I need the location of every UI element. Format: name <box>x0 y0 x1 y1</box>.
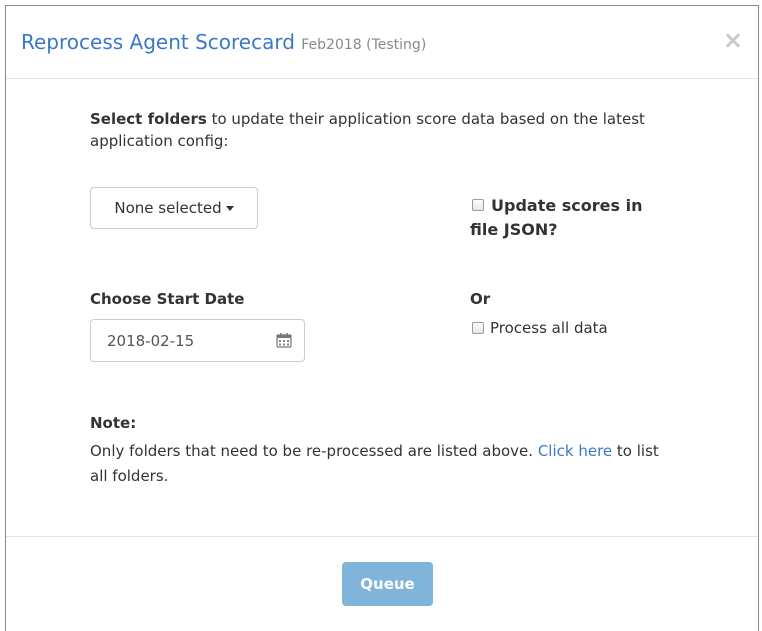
folder-select-dropdown[interactable]: None selected <box>90 187 258 229</box>
process-all-label[interactable]: Process all data <box>490 319 608 337</box>
note-text-before: Only folders that need to be re-processe… <box>90 442 538 460</box>
process-all-checkbox[interactable] <box>472 322 484 334</box>
modal-header: Reprocess Agent Scorecard Feb2018 (Testi… <box>6 6 758 79</box>
intro-text: Select folders to update their applicati… <box>90 108 690 152</box>
footer-divider <box>6 536 758 537</box>
note-heading: Note: <box>90 414 137 432</box>
modal-title: Reprocess Agent Scorecard Feb2018 (Testi… <box>21 30 426 54</box>
queue-button[interactable]: Queue <box>342 562 433 606</box>
update-json-label[interactable]: Update scores in file JSON? <box>470 194 670 242</box>
reprocess-modal: Reprocess Agent Scorecard Feb2018 (Testi… <box>5 5 759 631</box>
note-text: Only folders that need to be re-processe… <box>90 439 670 489</box>
folder-select-value: None selected <box>114 199 222 217</box>
or-label: Or <box>470 290 491 308</box>
calendar-icon[interactable] <box>276 332 292 348</box>
list-all-folders-link[interactable]: Click here <box>538 442 612 460</box>
start-date-value: 2018-02-15 <box>107 332 195 350</box>
start-date-label: Choose Start Date <box>90 290 245 308</box>
process-all-option: Process all data <box>472 318 608 338</box>
caret-down-icon <box>225 206 234 211</box>
intro-bold: Select folders <box>90 110 207 128</box>
start-date-input[interactable]: 2018-02-15 <box>90 319 305 362</box>
modal-title-text: Reprocess Agent Scorecard <box>21 30 295 54</box>
modal-subtitle: Feb2018 (Testing) <box>301 37 427 53</box>
close-icon[interactable]: × <box>723 28 743 52</box>
